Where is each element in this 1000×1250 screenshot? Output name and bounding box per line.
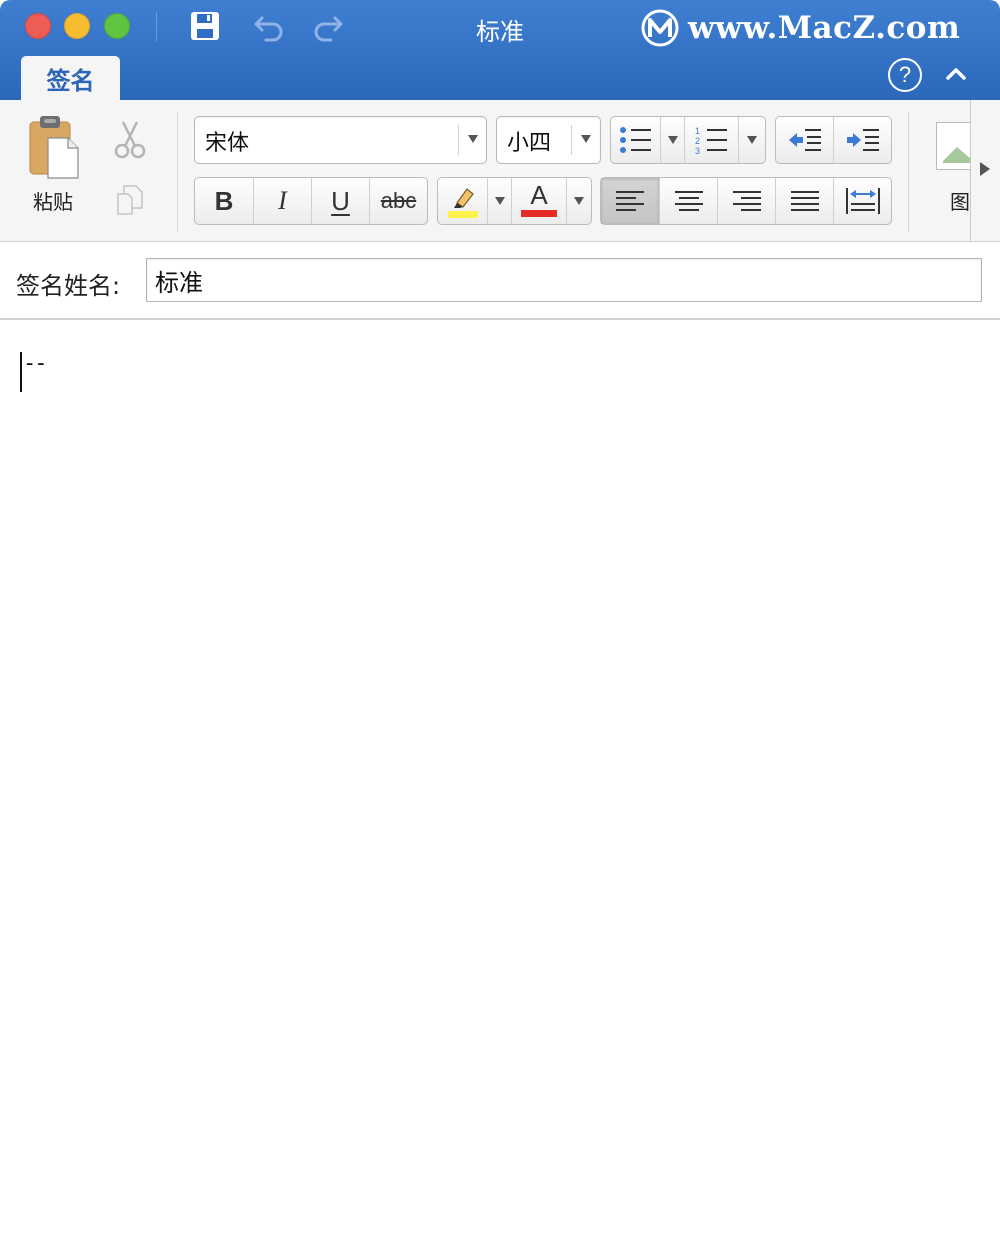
text-caret: [20, 352, 22, 392]
help-button[interactable]: ?: [888, 58, 922, 92]
copy-icon[interactable]: [114, 182, 146, 218]
font-color-button[interactable]: A: [512, 178, 567, 224]
decrease-indent-icon: [788, 129, 821, 151]
alignment-group: [600, 177, 892, 225]
align-right-button[interactable]: [718, 178, 776, 224]
bullet-list-dropdown[interactable]: [661, 117, 685, 163]
tab-signature[interactable]: 签名: [21, 56, 120, 100]
bullet-list-icon: [619, 127, 651, 153]
justify-icon: [790, 191, 819, 211]
chevron-down-icon: [667, 136, 678, 144]
cut-icon[interactable]: [113, 120, 147, 160]
underline-label: U: [331, 185, 350, 216]
clipboard-icon: [29, 116, 79, 179]
font-color-dropdown[interactable]: [567, 178, 591, 224]
paste-label: 粘贴: [33, 190, 73, 214]
ribbon-edge: [970, 100, 971, 242]
font-color-swatch: [521, 209, 557, 217]
justify-button[interactable]: [776, 178, 834, 224]
signature-name-label: 签名姓名:: [16, 272, 121, 300]
editor-content: --: [23, 351, 47, 376]
align-right-icon: [732, 191, 761, 211]
increase-indent-button[interactable]: [834, 117, 891, 163]
picture-label: 图: [950, 190, 970, 214]
font-color-label: A: [530, 179, 548, 210]
bold-label: B: [214, 185, 234, 216]
chevron-down-icon[interactable]: [468, 135, 478, 143]
combo-divider: [571, 125, 572, 155]
font-name-value: 宋体: [205, 131, 250, 156]
decrease-indent-button[interactable]: [776, 117, 834, 163]
highlighter-icon: [447, 188, 478, 218]
macz-logo-icon: [641, 9, 679, 47]
signature-editor[interactable]: [0, 320, 1000, 1250]
chevron-down-icon: [747, 136, 757, 144]
highlight-dropdown[interactable]: [488, 178, 512, 224]
svg-text:2: 2: [695, 136, 700, 146]
distribute-button[interactable]: [834, 178, 891, 224]
align-left-button[interactable]: [601, 178, 660, 224]
ribbon-scroll-right-icon[interactable]: [978, 160, 992, 178]
chevron-down-icon: [494, 197, 505, 205]
strikethrough-label: abc: [380, 188, 417, 213]
numbered-list-icon: 1 2 3: [695, 126, 727, 155]
numbered-list-button[interactable]: 1 2 3: [685, 117, 739, 163]
svg-text:1: 1: [695, 126, 700, 136]
collapse-ribbon-icon[interactable]: [944, 62, 968, 86]
ribbon-divider: [908, 112, 909, 232]
ribbon-divider: [177, 112, 178, 232]
align-left-icon: [616, 191, 644, 211]
strikethrough-button[interactable]: abc: [370, 178, 427, 224]
increase-indent-icon: [846, 129, 879, 151]
font-size-select[interactable]: 小四: [496, 116, 601, 164]
bold-button[interactable]: B: [195, 178, 254, 224]
picture-button[interactable]: [936, 122, 970, 170]
numbered-list-dropdown[interactable]: [739, 117, 765, 163]
font-name-select[interactable]: 宋体: [194, 116, 487, 164]
font-size-value: 小四: [507, 131, 552, 156]
signature-name-input[interactable]: [146, 258, 982, 302]
bullet-list-button[interactable]: [611, 117, 661, 163]
indent-group: [775, 116, 892, 164]
chevron-down-icon: [574, 197, 584, 205]
italic-button[interactable]: I: [254, 178, 312, 224]
combo-divider: [458, 125, 459, 155]
italic-label: I: [278, 186, 287, 215]
list-group: 1 2 3: [610, 116, 766, 164]
text-style-group: B I U abc: [194, 177, 428, 225]
highlight-button[interactable]: [438, 178, 488, 224]
underline-button[interactable]: U: [312, 178, 370, 224]
picture-icon: [943, 147, 970, 163]
chevron-down-icon[interactable]: [581, 135, 591, 143]
color-group: A: [437, 177, 592, 225]
watermark: www.MacZ.com: [640, 8, 960, 48]
svg-text:3: 3: [695, 146, 700, 155]
distribute-icon: [845, 188, 880, 214]
watermark-text: www.MacZ.com: [688, 10, 961, 46]
align-center-icon: [674, 191, 703, 211]
align-center-button[interactable]: [660, 178, 718, 224]
